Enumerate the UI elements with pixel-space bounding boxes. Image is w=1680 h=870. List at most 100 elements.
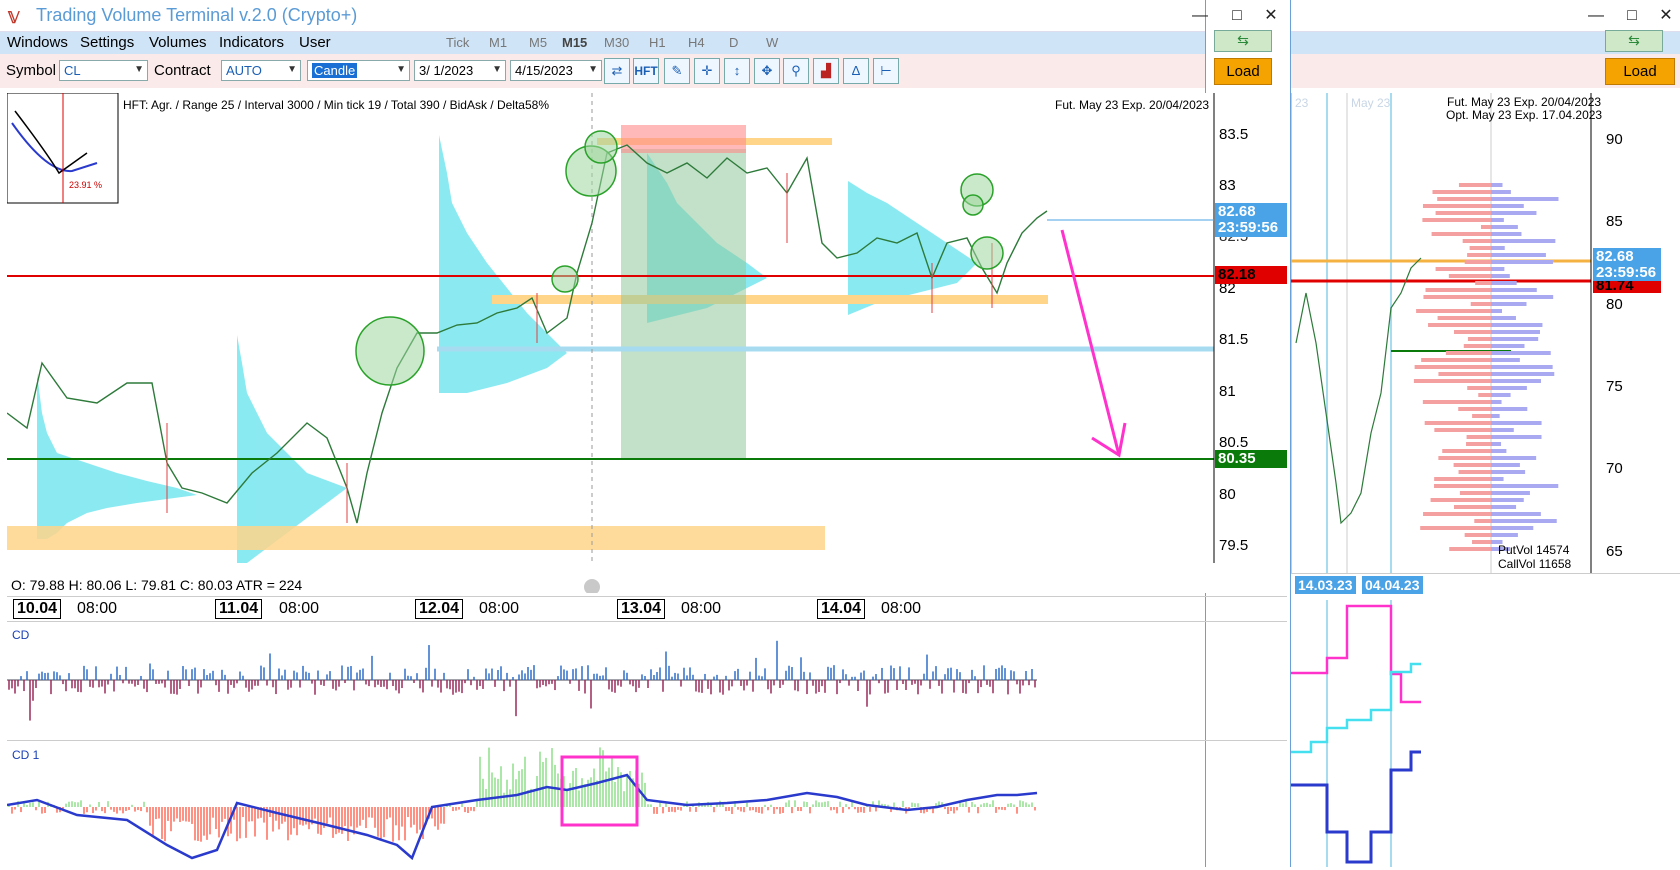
menu-windows[interactable]: Windows <box>7 34 68 51</box>
call-volume-bar <box>1491 183 1503 187</box>
put-volume-bar <box>1453 463 1491 467</box>
delta-icon[interactable]: Δ <box>843 58 869 84</box>
timeframe-m1[interactable]: M1 <box>489 35 507 50</box>
minimize-button[interactable]: — <box>1187 4 1213 28</box>
fit-vertical-icon[interactable]: ↕ <box>724 58 750 84</box>
call-volume-bar <box>1491 414 1500 418</box>
crosshair-icon[interactable]: ✛ <box>694 58 720 84</box>
time-label: 08:00 <box>681 600 722 617</box>
put-volume-bar <box>1438 372 1491 376</box>
date-from-value: 3/ 1/2023 <box>419 63 474 78</box>
contract-select[interactable]: AUTO ▼ <box>221 60 301 81</box>
timeframe-h1[interactable]: H1 <box>649 35 666 50</box>
put-volume-bar <box>1425 288 1491 292</box>
call-volume-bar <box>1491 330 1540 334</box>
call-volume-bar <box>1491 351 1551 355</box>
symbol-label: Symbol <box>6 62 57 79</box>
contract-value: AUTO <box>226 63 262 78</box>
cd-panel[interactable]: CD <box>7 625 1287 741</box>
put-volume-bar <box>1435 211 1491 215</box>
options-chart[interactable]: 23 May 23 Fut. May 23 Exp. 20/04/2023 Op… <box>1291 93 1680 573</box>
call-volume-bar <box>1491 218 1504 222</box>
y-tick: 90 <box>1606 131 1623 148</box>
y-tick: 80 <box>1606 296 1623 313</box>
put-volume-bar <box>1464 533 1491 537</box>
timeframe-m30[interactable]: M30 <box>604 35 629 50</box>
timeframe-m15[interactable]: M15 <box>562 35 587 50</box>
y-tick: 75 <box>1606 378 1623 395</box>
current-price: 82.68 <box>1218 203 1256 220</box>
range-icon[interactable]: ⊢ <box>873 58 899 84</box>
options-bar-timer: 23:59:56 <box>1596 264 1657 281</box>
date-from-picker[interactable]: 3/ 1/2023 ▼ <box>414 60 506 81</box>
call-volume-bar <box>1491 470 1526 474</box>
hft-button[interactable]: HFT <box>633 58 659 84</box>
options-load-button[interactable]: Load <box>1605 58 1675 85</box>
maximize-button[interactable]: □ <box>1224 4 1250 28</box>
put-volume-bar <box>1422 218 1491 222</box>
cd1-label: CD 1 <box>12 748 40 762</box>
options-price-tag: 82.68 23:59:56 <box>1593 248 1661 282</box>
date-label: 10.04 <box>13 599 62 619</box>
short-zone-profit <box>621 149 746 459</box>
bars-icon[interactable]: ▟ <box>813 58 839 84</box>
put-volume-bar <box>1463 344 1491 348</box>
time-label: 08:00 <box>479 600 520 617</box>
chevron-down-icon: ▼ <box>396 64 406 75</box>
put-volume-bar <box>1422 204 1491 208</box>
menu-volumes[interactable]: Volumes <box>149 34 207 51</box>
put-volume-bar <box>1430 498 1491 502</box>
date-tag-b: 04.04.23 <box>1362 576 1423 594</box>
options-swap-button[interactable]: ⇆ <box>1605 30 1663 52</box>
arrows-icon[interactable]: ⇄ <box>604 58 630 84</box>
put-volume-bar <box>1421 358 1491 362</box>
call-volume-bar <box>1491 211 1537 215</box>
contract-label: Contract <box>154 62 211 79</box>
price-chart[interactable]: HFT: Agr. / Range 25 / Interval 3000 / M… <box>7 93 1287 593</box>
options-close-button[interactable]: ✕ <box>1653 4 1679 28</box>
date-to-picker[interactable]: 4/15/2023 ▼ <box>510 60 602 81</box>
swap-button[interactable]: ⇆ <box>1214 30 1272 52</box>
call-volume-bar <box>1491 274 1510 278</box>
put-volume-bar <box>1467 337 1491 341</box>
load-button[interactable]: Load <box>1214 58 1272 85</box>
date-tag-a: 14.03.23 <box>1295 576 1356 594</box>
call-volume-bar <box>1491 477 1504 481</box>
pen-icon[interactable]: ✎ <box>664 58 690 84</box>
options-chart-canvas <box>1291 93 1592 573</box>
menu-user[interactable]: User <box>299 34 331 51</box>
y-tick: 81 <box>1219 383 1236 400</box>
options-minimize-button[interactable]: — <box>1583 4 1609 28</box>
menu-settings[interactable]: Settings <box>80 34 134 51</box>
options-maximize-button[interactable]: □ <box>1619 4 1645 28</box>
put-volume-bar <box>1454 330 1491 334</box>
call-volume-bar <box>1491 295 1554 299</box>
menu-indicators[interactable]: Indicators <box>219 34 284 51</box>
timeframe-tick[interactable]: Tick <box>446 35 469 50</box>
close-button[interactable]: ✕ <box>1258 4 1284 28</box>
put-volume-bar <box>1432 190 1491 194</box>
put-volume-bar <box>1449 547 1491 551</box>
call-volume-bar <box>1491 393 1511 397</box>
chart-type-select[interactable]: Candle ▼ <box>307 60 410 81</box>
options-window: — □ ✕ ⇆ Load 23 May 23 Fut. May 23 Exp. … <box>1290 0 1680 867</box>
ohlc-readout: O: 79.88 H: 80.06 L: 79.81 C: 80.03 ATR … <box>11 577 303 593</box>
timeframe-d[interactable]: D <box>729 35 738 50</box>
symbol-select[interactable]: CL ▼ <box>59 60 148 81</box>
timeframe-m5[interactable]: M5 <box>529 35 547 50</box>
cd-label: CD <box>12 628 30 642</box>
call-volume-bar <box>1491 449 1507 453</box>
short-zone-risk <box>621 125 746 153</box>
move-icon[interactable]: ✥ <box>754 58 780 84</box>
put-volume-bar <box>1414 365 1491 369</box>
timeframe-w[interactable]: W <box>766 35 778 50</box>
cd1-panel[interactable]: CD 1 <box>6 745 1287 867</box>
price-chart-canvas <box>7 93 1215 593</box>
zoom-icon[interactable]: ⚲ <box>783 58 809 84</box>
call-volume-bar <box>1491 190 1511 194</box>
timeframe-h4[interactable]: H4 <box>688 35 705 50</box>
put-volume-bar <box>1466 435 1491 439</box>
date-label: 13.04 <box>617 599 666 619</box>
time-label: 08:00 <box>881 600 922 617</box>
put-volume-bar <box>1445 351 1491 355</box>
